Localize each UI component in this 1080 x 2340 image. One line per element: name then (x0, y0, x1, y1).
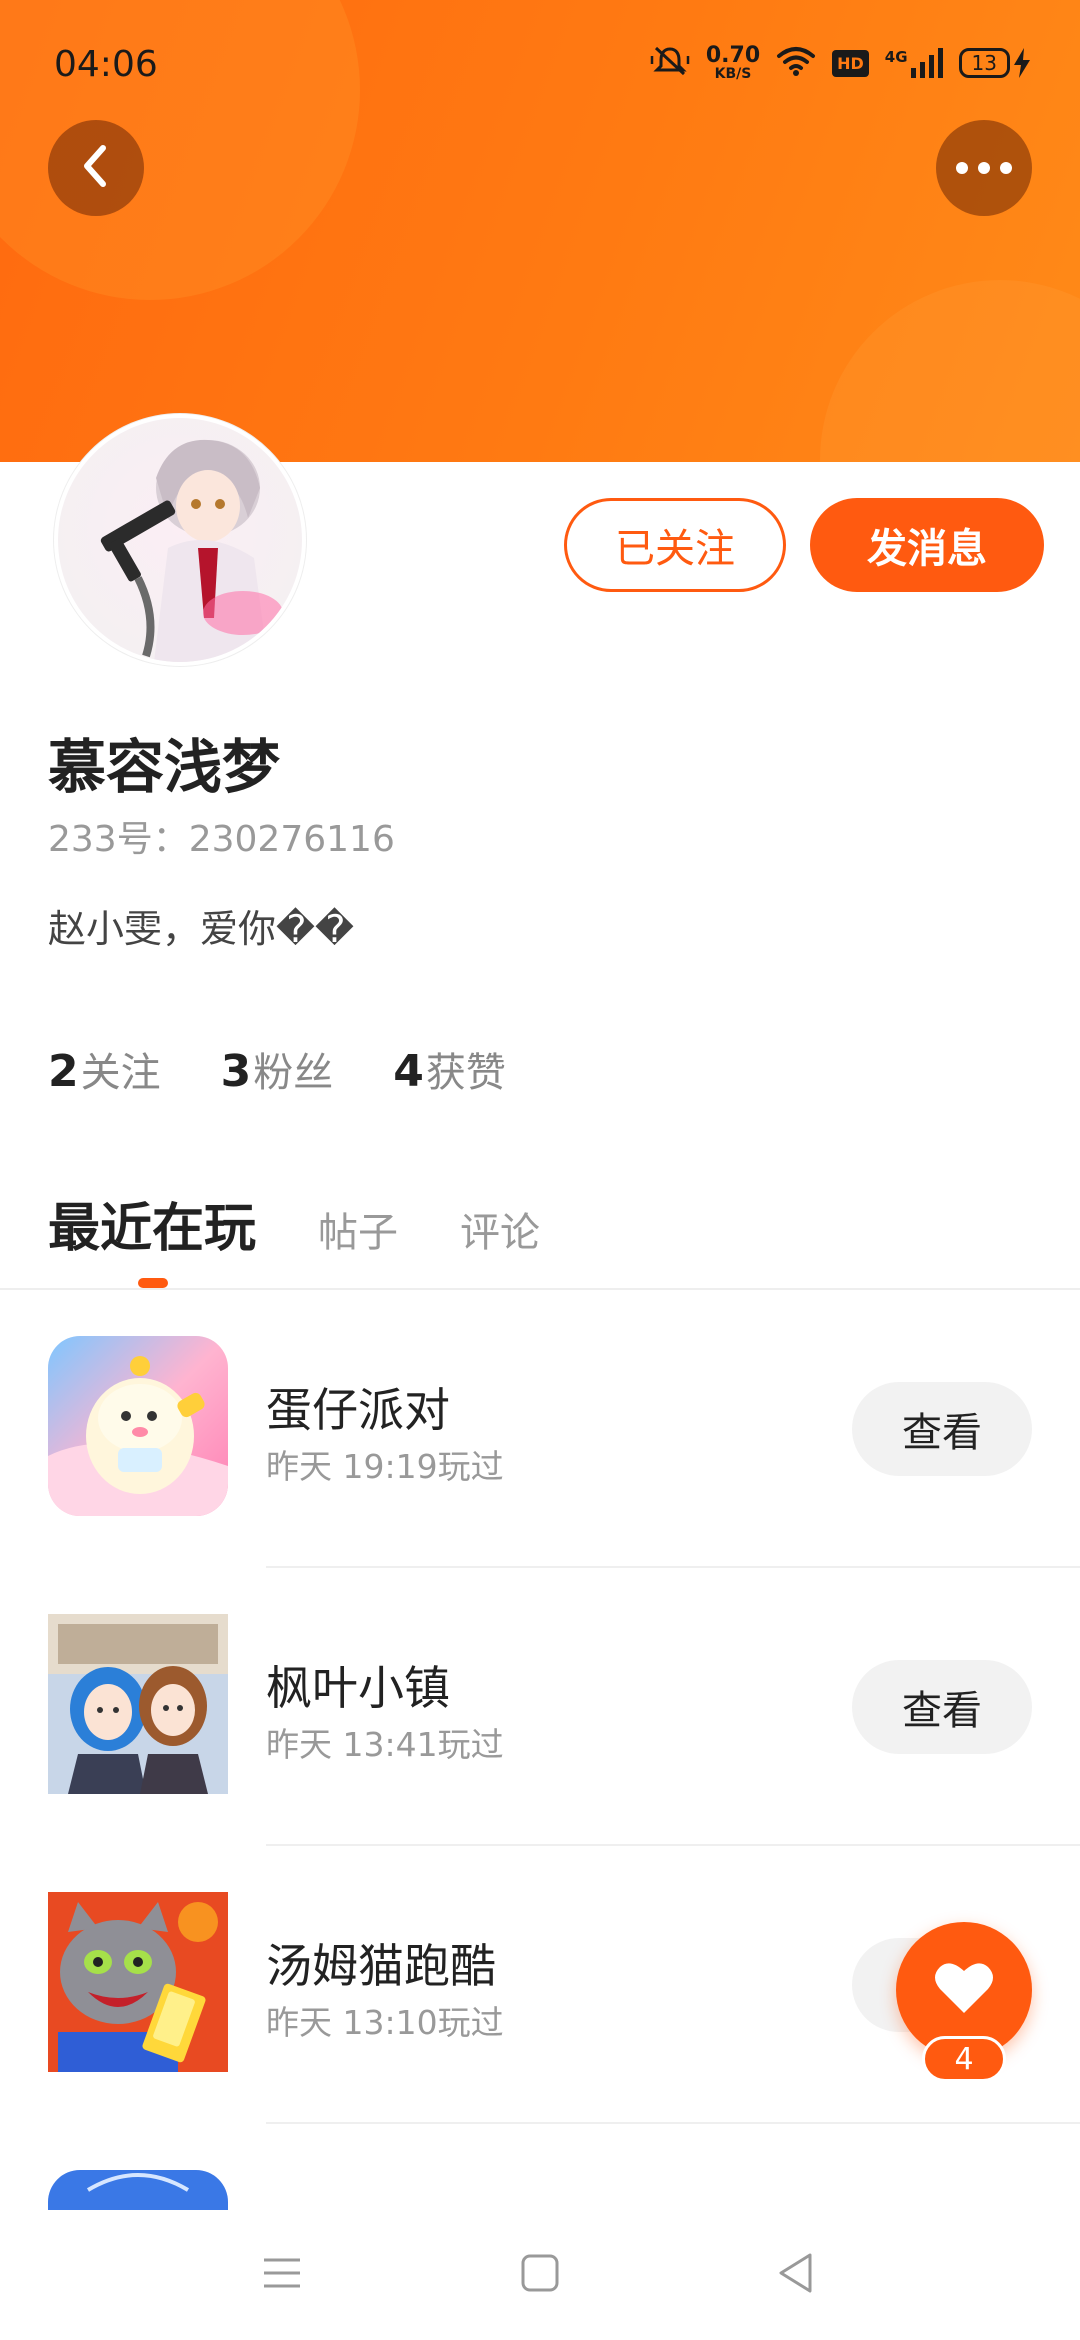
battery-icon: 13 (958, 48, 1030, 78)
game-title: 汤姆猫跑酷 (266, 1939, 496, 1993)
network-speed: 0.70 KB/S (705, 43, 761, 82)
hd-icon: HD (832, 49, 869, 77)
user-bio: 赵小雯，爱你�� (48, 907, 354, 951)
game-icon-partial[interactable] (48, 2170, 228, 2210)
game-icon-maple-town[interactable] (48, 1614, 228, 1794)
profile-tabs: 最近在玩 帖子 评论 (48, 1186, 540, 1261)
game-last-played: 昨天 19:19玩过 (266, 1447, 504, 1486)
followed-button[interactable]: 已关注 (564, 498, 786, 592)
tab-comments[interactable]: 评论 (460, 1200, 540, 1258)
tab-recently-played[interactable]: 最近在玩 (48, 1186, 256, 1261)
list-item[interactable]: 蛋仔派对 昨天 19:19玩过 查看 (0, 1290, 1080, 1568)
back-button[interactable] (48, 120, 144, 216)
stat-following[interactable]: 2 关注 (48, 1040, 161, 1098)
list-item[interactable] (0, 2124, 1080, 2210)
more-button[interactable] (936, 120, 1032, 216)
active-tab-indicator (138, 1278, 168, 1288)
like-count-badge: 4 (922, 2036, 1006, 2082)
game-icon-eggy-party[interactable] (48, 1336, 228, 1516)
game-title: 枫叶小镇 (266, 1661, 450, 1715)
menu-nav-button[interactable] (252, 2245, 312, 2305)
stat-followers[interactable]: 3 粉丝 (221, 1040, 334, 1098)
square-icon (520, 2253, 560, 2297)
game-title: 蛋仔派对 (266, 1383, 450, 1437)
view-button[interactable]: 查看 (852, 1382, 1032, 1476)
system-nav-bar (0, 2210, 1080, 2340)
status-icons: 0.70 KB/S HD 4G 13 (650, 44, 1030, 82)
heart-icon (934, 1961, 994, 2019)
back-nav-button[interactable] (766, 2245, 826, 2305)
game-last-played: 昨天 13:41玩过 (266, 1725, 504, 1764)
list-item[interactable]: 枫叶小镇 昨天 13:41玩过 查看 (0, 1568, 1080, 1846)
profile-page: 04:06 0.70 KB/S HD 4G 13 已关注 发消息 慕容浅梦 23… (0, 0, 1080, 2340)
avatar[interactable] (54, 414, 306, 666)
mute-icon (650, 44, 690, 82)
recent-games-list: 蛋仔派对 昨天 19:19玩过 查看 枫叶小镇 昨天 13:41玩过 查看 汤姆… (0, 1290, 1080, 2210)
game-icon-talking-tom-run[interactable] (48, 1892, 228, 2072)
username: 慕容浅梦 (48, 733, 281, 801)
signal-icon: 4G (885, 48, 943, 78)
view-button[interactable]: 查看 (852, 1660, 1032, 1754)
more-horizontal-icon (956, 162, 1012, 174)
chevron-left-icon (76, 142, 116, 194)
wifi-icon (776, 45, 816, 81)
user-id: 233号：230276116 (48, 819, 395, 860)
status-bar: 04:06 0.70 KB/S HD 4G 13 (0, 0, 1080, 130)
tab-posts[interactable]: 帖子 (318, 1200, 398, 1258)
stat-likes[interactable]: 4 获赞 (393, 1040, 506, 1098)
profile-stats: 2 关注 3 粉丝 4 获赞 (48, 1040, 506, 1098)
home-nav-button[interactable] (510, 2245, 570, 2305)
triangle-back-icon (776, 2252, 816, 2298)
menu-icon (262, 2256, 302, 2294)
status-time: 04:06 (54, 44, 158, 85)
send-message-button[interactable]: 发消息 (810, 498, 1044, 592)
game-last-played: 昨天 13:10玩过 (266, 2003, 504, 2042)
